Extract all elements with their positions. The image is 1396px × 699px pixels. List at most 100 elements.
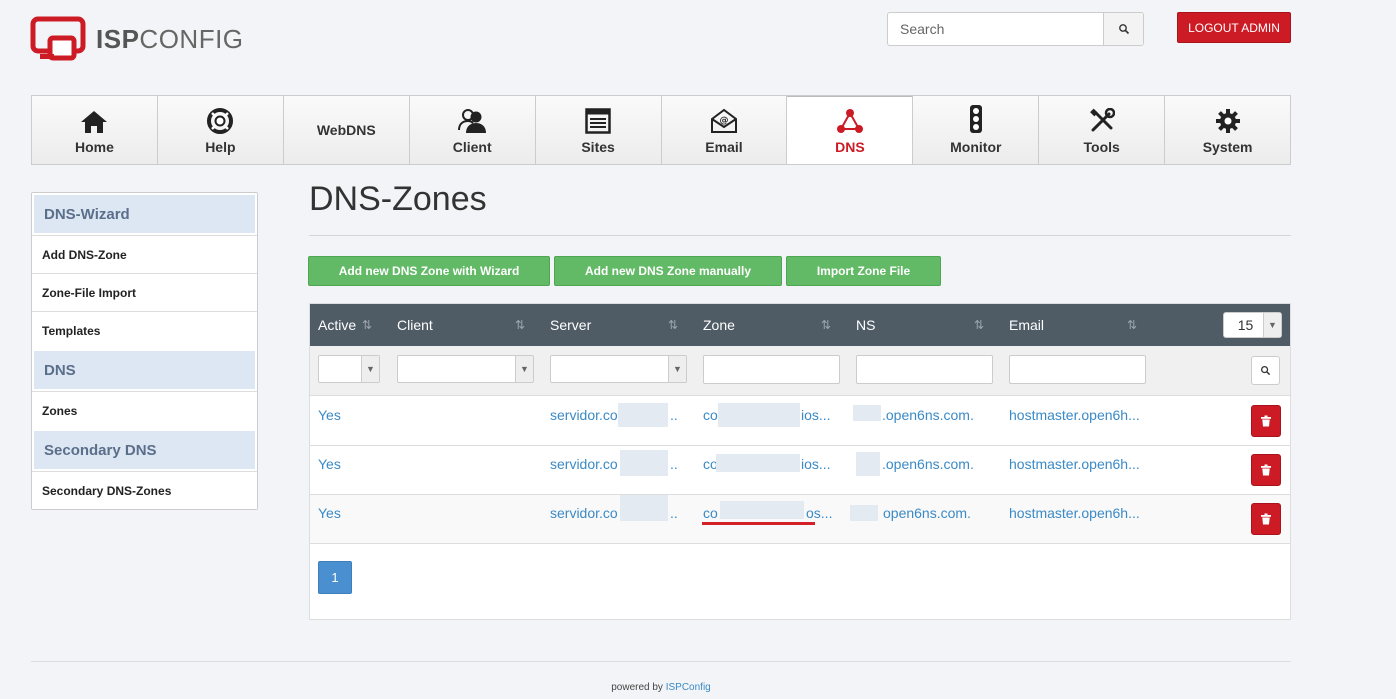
- import-zone-file-button[interactable]: Import Zone File: [786, 256, 941, 286]
- cell-zone-tail[interactable]: os...: [806, 505, 832, 521]
- cell-ns[interactable]: open6ns.com.: [883, 505, 971, 521]
- cell-server[interactable]: servidor.co: [550, 456, 618, 472]
- filter-search-button[interactable]: [1251, 356, 1280, 385]
- sidebar-item-secondary-dns-zones[interactable]: Secondary DNS-Zones: [32, 471, 257, 509]
- column-header-zone[interactable]: Zone: [703, 304, 735, 346]
- filter-active-select[interactable]: ▼: [318, 355, 380, 383]
- cell-server-tail[interactable]: ..: [670, 505, 678, 521]
- cell-server-tail[interactable]: ..: [670, 407, 678, 423]
- tools-icon: [1089, 107, 1115, 131]
- trash-icon: [1261, 513, 1271, 525]
- cell-active[interactable]: Yes: [318, 456, 341, 472]
- footer-ispconfig-link[interactable]: ISPConfig: [666, 682, 711, 693]
- gear-icon: [1215, 108, 1240, 133]
- sort-icon[interactable]: ⇅: [821, 318, 831, 332]
- column-header-ns[interactable]: NS: [856, 304, 875, 346]
- search-icon: [1118, 24, 1129, 35]
- nav-client-label: Client: [452, 138, 492, 155]
- sort-icon[interactable]: ⇅: [362, 318, 372, 332]
- cell-email[interactable]: hostmaster.open6h...: [1009, 505, 1140, 521]
- filter-email-input[interactable]: [1009, 355, 1146, 384]
- table-row[interactable]: Yes servidor.co .. co ios... .open6ns.co…: [310, 397, 1290, 446]
- cell-email[interactable]: hostmaster.open6h...: [1009, 407, 1140, 423]
- sort-icon[interactable]: ⇅: [668, 318, 678, 332]
- pagination-page-1[interactable]: 1: [318, 561, 352, 594]
- ispconfig-logo[interactable]: ISPCONFIG: [30, 16, 243, 62]
- nav-home[interactable]: Home: [32, 96, 158, 164]
- redacted-block: [618, 403, 668, 427]
- cell-zone-tail[interactable]: ios...: [801, 456, 831, 472]
- lifebuoy-icon: [207, 107, 234, 134]
- search-input[interactable]: [888, 13, 1103, 45]
- logout-button[interactable]: LOGOUT ADMIN: [1177, 12, 1291, 43]
- users-icon: [458, 108, 487, 133]
- svg-text:@: @: [719, 116, 728, 126]
- redacted-block: [853, 405, 881, 421]
- sidebar-item-zone-file-import[interactable]: Zone-File Import: [32, 273, 257, 311]
- redacted-block: [716, 454, 800, 472]
- title-divider: [309, 235, 1291, 236]
- nav-monitor[interactable]: Monitor: [913, 96, 1040, 164]
- trash-icon: [1261, 464, 1271, 476]
- nav-home-label: Home: [75, 138, 114, 155]
- cell-active[interactable]: Yes: [318, 505, 341, 521]
- sidebar-item-templates[interactable]: Templates: [32, 311, 257, 349]
- cell-zone[interactable]: co: [703, 505, 718, 521]
- sidebar-item-add-dns-zone[interactable]: Add DNS-Zone: [32, 235, 257, 273]
- redacted-block: [850, 505, 878, 521]
- delete-button[interactable]: [1251, 503, 1281, 535]
- search-icon: [1261, 366, 1271, 376]
- redacted-block: [620, 450, 668, 476]
- cell-active[interactable]: Yes: [318, 407, 341, 423]
- sort-icon[interactable]: ⇅: [515, 318, 525, 332]
- nav-webdns-label: WebDNS: [316, 122, 376, 138]
- delete-button[interactable]: [1251, 454, 1281, 486]
- cell-email[interactable]: hostmaster.open6h...: [1009, 456, 1140, 472]
- network-triangle-icon: [836, 109, 863, 133]
- logo-text: ISPCONFIG: [96, 24, 244, 54]
- search-button[interactable]: [1103, 13, 1143, 45]
- column-header-email[interactable]: Email: [1009, 304, 1044, 346]
- per-page-value: 15: [1237, 317, 1254, 333]
- filter-server-select[interactable]: ▼: [550, 355, 687, 383]
- cell-server[interactable]: servidor.co: [550, 407, 618, 423]
- filter-zone-input[interactable]: [703, 355, 840, 384]
- column-header-server[interactable]: Server: [550, 304, 591, 346]
- nav-system[interactable]: System: [1165, 96, 1291, 164]
- nav-sites[interactable]: Sites: [535, 96, 662, 164]
- filter-ns-input[interactable]: [856, 355, 993, 384]
- add-zone-manually-button[interactable]: Add new DNS Zone manually: [554, 256, 782, 286]
- chevron-down-icon: ▼: [1263, 313, 1281, 337]
- nav-tools[interactable]: Tools: [1039, 96, 1166, 164]
- nav-webdns[interactable]: WebDNS: [283, 96, 410, 164]
- nav-email[interactable]: @ Email: [661, 96, 788, 164]
- cell-server-tail[interactable]: ..: [670, 456, 678, 472]
- annotation-underline: [702, 522, 815, 525]
- home-icon: [81, 110, 108, 133]
- column-header-active[interactable]: Active: [318, 304, 356, 346]
- cell-server[interactable]: servidor.co: [550, 505, 618, 521]
- traffic-light-icon: [969, 104, 982, 133]
- filter-client-select[interactable]: ▼: [397, 355, 534, 383]
- nav-client[interactable]: Client: [409, 96, 536, 164]
- table-header: Active ⇅ Client ⇅ Server ⇅ Zone ⇅ NS ⇅ E…: [310, 304, 1290, 346]
- nav-monitor-label: Monitor: [950, 138, 1002, 155]
- cell-zone[interactable]: co: [703, 407, 718, 423]
- nav-help[interactable]: Help: [157, 96, 284, 164]
- sidebar-section-dns: DNS: [32, 349, 257, 391]
- cell-zone-tail[interactable]: ios...: [801, 407, 831, 423]
- sort-icon[interactable]: ⇅: [1127, 318, 1137, 332]
- cell-ns[interactable]: .open6ns.com.: [882, 456, 974, 472]
- sort-icon[interactable]: ⇅: [974, 318, 984, 332]
- cell-ns[interactable]: .open6ns.com.: [882, 407, 974, 423]
- per-page-select[interactable]: 15 ▼: [1223, 312, 1282, 338]
- sidebar-item-zones[interactable]: Zones: [32, 391, 257, 429]
- trash-icon: [1261, 415, 1271, 427]
- column-header-client[interactable]: Client: [397, 304, 433, 346]
- table-row[interactable]: Yes servidor.co .. co os... open6ns.com.…: [310, 495, 1290, 544]
- nav-system-label: System: [1202, 138, 1253, 155]
- add-zone-wizard-button[interactable]: Add new DNS Zone with Wizard: [308, 256, 550, 286]
- nav-dns[interactable]: DNS: [787, 96, 914, 164]
- delete-button[interactable]: [1251, 405, 1281, 437]
- table-row[interactable]: Yes servidor.co .. co ios... .open6ns.co…: [310, 446, 1290, 495]
